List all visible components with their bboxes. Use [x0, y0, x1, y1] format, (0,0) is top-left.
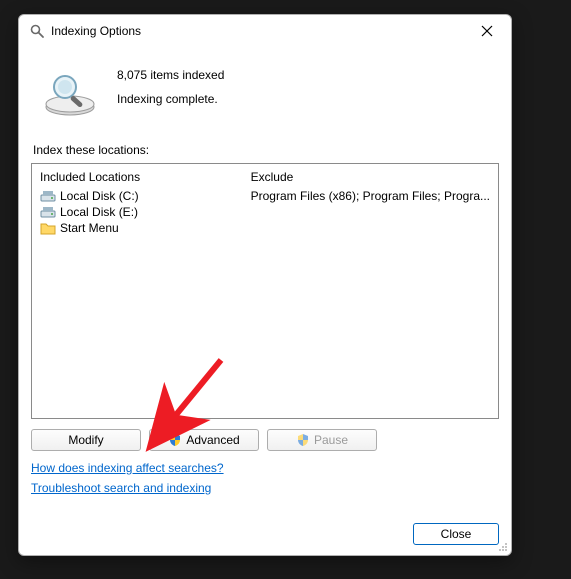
indexing-options-window: Indexing Options 8,075 items indexed	[18, 14, 512, 556]
close-dialog-button[interactable]: Close	[413, 523, 499, 545]
advanced-button[interactable]: Advanced	[149, 429, 259, 451]
modify-button[interactable]: Modify	[31, 429, 141, 451]
locations-list[interactable]: Included Locations Local Disk (C:)	[31, 163, 499, 419]
content-area: 8,075 items indexed Indexing complete. I…	[19, 47, 511, 555]
folder-icon	[40, 221, 56, 235]
location-label: Local Disk (E:)	[60, 205, 138, 219]
advanced-label: Advanced	[186, 433, 239, 447]
indexed-count: 8,075 items indexed	[117, 63, 224, 87]
exclude-column: Exclude Program Files (x86); Program Fil…	[243, 164, 498, 418]
location-label: Local Disk (C:)	[60, 189, 139, 203]
help-links: How does indexing affect searches? Troub…	[31, 461, 499, 501]
indexing-state: Indexing complete.	[117, 87, 224, 111]
window-title: Indexing Options	[51, 24, 141, 38]
modify-label: Modify	[68, 433, 103, 447]
indexing-status-icon	[41, 63, 99, 121]
list-item[interactable]: Local Disk (C:)	[40, 188, 235, 204]
location-label: Start Menu	[60, 221, 119, 235]
indexing-app-icon	[29, 23, 45, 39]
troubleshoot-link[interactable]: Troubleshoot search and indexing	[31, 481, 211, 495]
uac-shield-icon	[168, 433, 182, 447]
uac-shield-icon	[296, 433, 310, 447]
footer: Close	[31, 507, 499, 545]
exclude-header: Exclude	[251, 168, 490, 188]
status-row: 8,075 items indexed Indexing complete.	[31, 53, 499, 141]
list-item[interactable]: Start Menu	[40, 220, 235, 236]
pause-button[interactable]: Pause	[267, 429, 377, 451]
resize-grip-icon[interactable]	[496, 540, 508, 552]
titlebar: Indexing Options	[19, 15, 511, 47]
locations-label: Index these locations:	[33, 143, 499, 157]
exclude-value	[251, 204, 490, 205]
drive-icon	[40, 189, 56, 203]
included-header: Included Locations	[40, 168, 235, 188]
pause-label: Pause	[314, 433, 348, 447]
drive-icon	[40, 205, 56, 219]
button-row: Modify Advanced	[31, 429, 499, 451]
status-text: 8,075 items indexed Indexing complete.	[117, 59, 224, 121]
exclude-value: Program Files (x86); Program Files; Prog…	[251, 188, 490, 203]
close-button[interactable]	[473, 17, 501, 45]
how-indexing-link[interactable]: How does indexing affect searches?	[31, 461, 224, 475]
included-column: Included Locations Local Disk (C:)	[32, 164, 243, 418]
titlebar-left: Indexing Options	[29, 23, 141, 39]
list-item[interactable]: Local Disk (E:)	[40, 204, 235, 220]
